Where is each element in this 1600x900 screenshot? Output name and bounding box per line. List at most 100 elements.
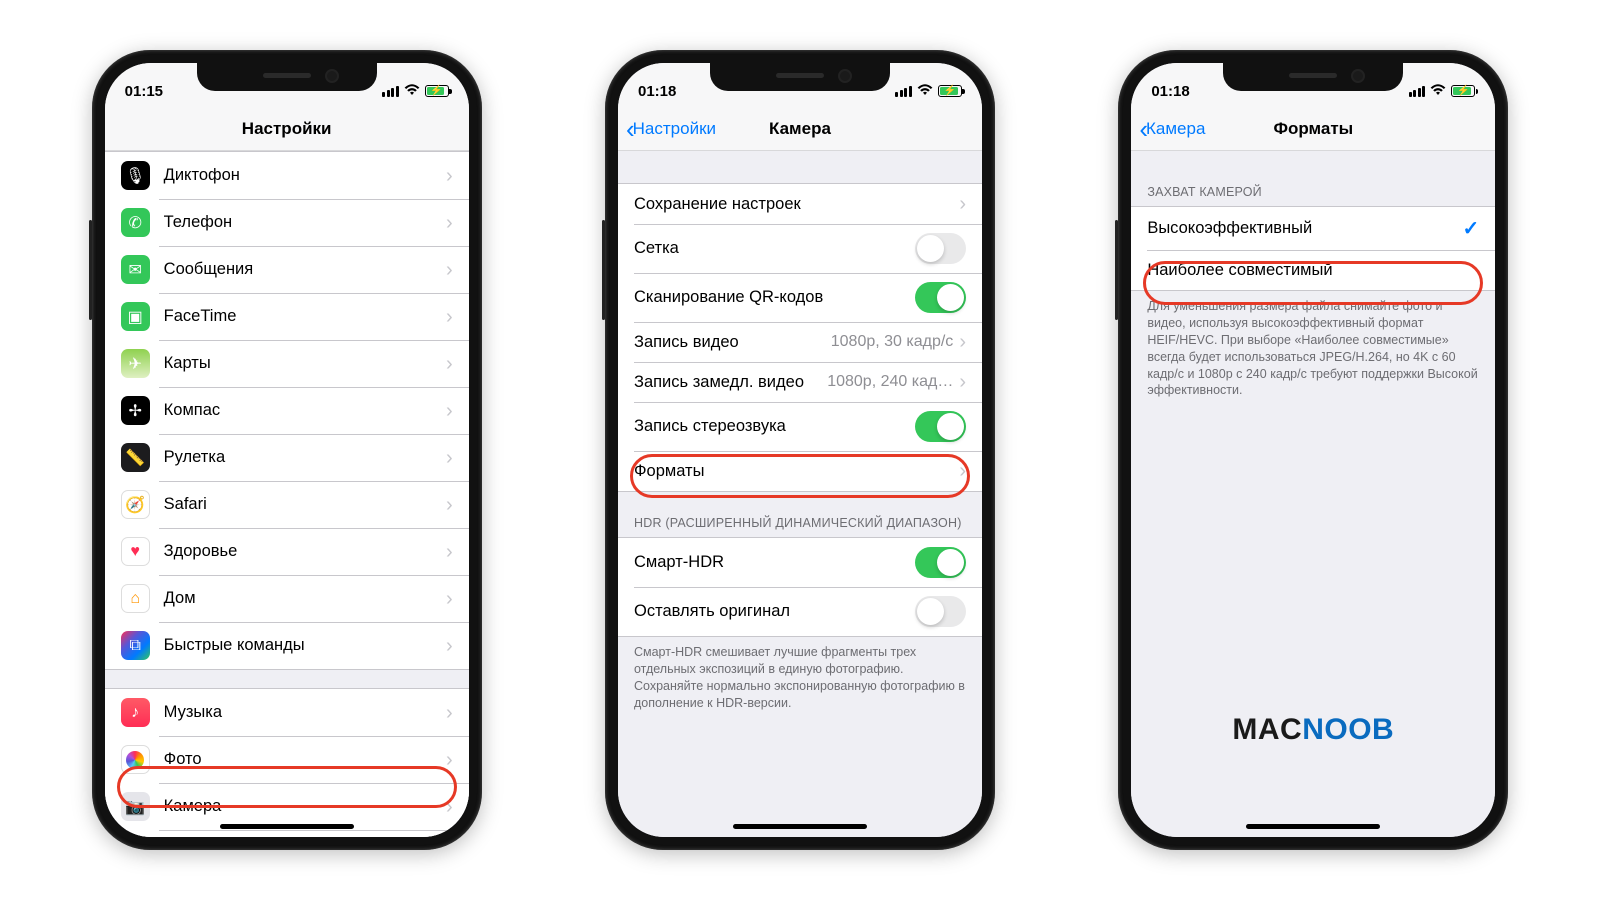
- chevron-right-icon: ›: [959, 194, 966, 214]
- chevron-right-icon: ›: [959, 372, 966, 392]
- row-label: Наиболее совместимый: [1147, 261, 1479, 280]
- toggle-grid[interactable]: [915, 233, 966, 264]
- row-label: Сетка: [634, 239, 915, 258]
- chevron-right-icon: ›: [446, 636, 453, 656]
- row-label: Здоровье: [164, 542, 446, 561]
- battery-icon: ⚡: [938, 85, 962, 97]
- camera-icon: 📷: [121, 792, 150, 821]
- status-indicators: ⚡: [1409, 84, 1476, 98]
- home-indicator[interactable]: [1246, 824, 1380, 829]
- group-header-hdr: HDR (РАСШИРЕННЫЙ ДИНАМИЧЕСКИЙ ДИАПАЗОН): [618, 510, 982, 537]
- settings-row-shortcuts[interactable]: ⧉ Быстрые команды›: [105, 622, 469, 669]
- status-indicators: ⚡: [382, 84, 449, 98]
- back-button[interactable]: ‹ Камера: [1139, 116, 1205, 142]
- battery-icon: ⚡: [1451, 85, 1475, 97]
- row-label: Музыка: [164, 703, 446, 722]
- row-label: Запись стереозвука: [634, 417, 915, 436]
- chevron-right-icon: ›: [446, 307, 453, 327]
- maps-icon: ✈: [121, 349, 150, 378]
- facetime-icon: ▣: [121, 302, 150, 331]
- row-label: Смарт-HDR: [634, 553, 915, 572]
- row-most-compatible[interactable]: Наиболее совместимый: [1131, 250, 1495, 290]
- watermark-mac: MAC: [1232, 713, 1302, 746]
- row-record-slomo[interactable]: Запись замедл. видео 1080p, 240 кад… ›: [618, 362, 982, 402]
- row-detail: 1080p, 30 кадр/с: [831, 333, 954, 351]
- battery-icon: ⚡: [425, 85, 449, 97]
- chevron-right-icon: ›: [959, 461, 966, 481]
- row-label: Фото: [164, 750, 446, 769]
- row-label: Телефон: [164, 213, 446, 232]
- chevron-right-icon: ›: [446, 401, 453, 421]
- settings-row-ruler[interactable]: 📏Рулетка›: [105, 434, 469, 481]
- settings-row-camera[interactable]: 📷Камера›: [105, 783, 469, 830]
- status-time: 01:18: [1151, 83, 1189, 100]
- row-keep-original[interactable]: Оставлять оригинал: [618, 587, 982, 636]
- row-label: Компас: [164, 401, 446, 420]
- row-label: Быстрые команды: [164, 636, 446, 655]
- shortcuts-icon: ⧉: [121, 631, 150, 660]
- health-icon: ♥: [121, 537, 150, 566]
- toggle-qr[interactable]: [915, 282, 966, 313]
- compass-icon: ✢: [121, 396, 150, 425]
- camera-settings[interactable]: Сохранение настроек › Сетка Сканирование…: [618, 151, 982, 837]
- phone-1: 01:15 ⚡ Настройки 🎙Диктофон›✆Телефон›✉Со…: [92, 50, 482, 850]
- screen-2: 01:18 ⚡ ‹ Настройки Камера Сохранение на…: [618, 63, 982, 837]
- row-label: Дом: [164, 589, 446, 608]
- chevron-right-icon: ›: [446, 448, 453, 468]
- row-label: Сообщения: [164, 260, 446, 279]
- row-stereo-sound[interactable]: Запись стереозвука: [618, 402, 982, 451]
- settings-row-safari[interactable]: 🧭Safari›: [105, 481, 469, 528]
- status-time: 01:18: [638, 83, 676, 100]
- watermark-noob: NOOB: [1302, 713, 1394, 746]
- watermark: MACNOOB: [1131, 713, 1495, 747]
- settings-row-facetime[interactable]: ▣FaceTime›: [105, 293, 469, 340]
- settings-row-music[interactable]: ♪Музыка›: [105, 689, 469, 736]
- row-detail: 1080p, 240 кад…: [827, 373, 953, 391]
- home-indicator[interactable]: [733, 824, 867, 829]
- back-label: Камера: [1146, 119, 1205, 139]
- settings-row-gamecenter[interactable]: Game Center›: [105, 830, 469, 837]
- phone-icon: ✆: [121, 208, 150, 237]
- wifi-icon: [1430, 84, 1446, 98]
- settings-row-home[interactable]: ⌂Дом›: [105, 575, 469, 622]
- screen-1: 01:15 ⚡ Настройки 🎙Диктофон›✆Телефон›✉Со…: [105, 63, 469, 837]
- wifi-icon: [404, 84, 420, 98]
- toggle-smart-hdr[interactable]: [915, 547, 966, 578]
- row-smart-hdr[interactable]: Смарт-HDR: [618, 538, 982, 587]
- settings-row-photos[interactable]: Фото›: [105, 736, 469, 783]
- chevron-right-icon: ›: [446, 213, 453, 233]
- status-time: 01:15: [125, 83, 163, 100]
- row-grid[interactable]: Сетка: [618, 224, 982, 273]
- messages-icon: ✉: [121, 255, 150, 284]
- ruler-icon: 📏: [121, 443, 150, 472]
- chevron-right-icon: ›: [446, 354, 453, 374]
- notch: [1223, 63, 1403, 91]
- settings-row-compass[interactable]: ✢ Компас›: [105, 387, 469, 434]
- settings-row-maps[interactable]: ✈Карты›: [105, 340, 469, 387]
- nav-bar: ‹ Камера Форматы: [1131, 107, 1495, 151]
- settings-row-dictophone[interactable]: 🎙Диктофон›: [105, 152, 469, 199]
- row-scan-qr[interactable]: Сканирование QR-кодов: [618, 273, 982, 322]
- row-record-video[interactable]: Запись видео 1080p, 30 кадр/с ›: [618, 322, 982, 362]
- settings-row-phone[interactable]: ✆ Телефон›: [105, 199, 469, 246]
- settings-row-health[interactable]: ♥Здоровье›: [105, 528, 469, 575]
- toggle-stereo[interactable]: [915, 411, 966, 442]
- row-preserve-settings[interactable]: Сохранение настроек ›: [618, 184, 982, 224]
- row-label: Камера: [164, 797, 446, 816]
- nav-bar: ‹ Настройки Камера: [618, 107, 982, 151]
- row-label: Запись видео: [634, 333, 831, 352]
- row-formats[interactable]: Форматы ›: [618, 451, 982, 491]
- row-label: Сохранение настроек: [634, 195, 959, 214]
- back-button[interactable]: ‹ Настройки: [626, 116, 716, 142]
- toggle-keep-original[interactable]: [915, 596, 966, 627]
- chevron-right-icon: ›: [446, 166, 453, 186]
- row-label: Оставлять оригинал: [634, 602, 915, 621]
- row-high-efficiency[interactable]: Высокоэффективный ✓: [1131, 207, 1495, 250]
- checkmark-icon: ✓: [1463, 216, 1480, 241]
- home-icon: ⌂: [121, 584, 150, 613]
- wifi-icon: [917, 84, 933, 98]
- settings-list[interactable]: 🎙Диктофон›✆Телефон›✉Сообщения›▣FaceTime›…: [105, 151, 469, 837]
- home-indicator[interactable]: [220, 824, 354, 829]
- music-icon: ♪: [121, 698, 150, 727]
- settings-row-messages[interactable]: ✉Сообщения›: [105, 246, 469, 293]
